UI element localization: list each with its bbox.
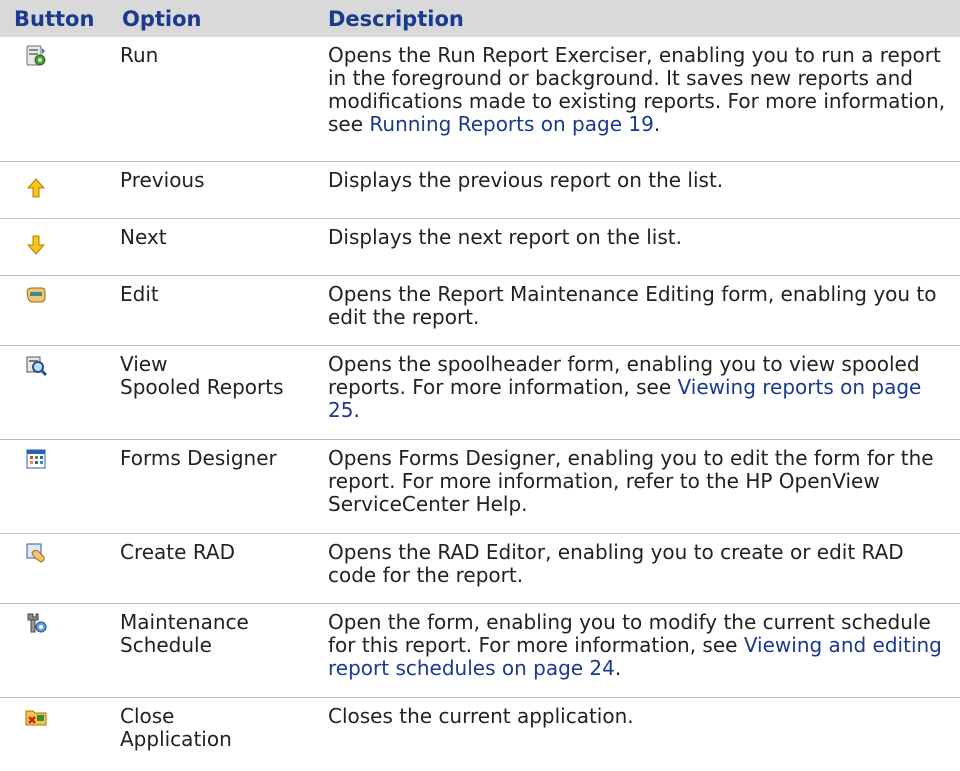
arrow-down-icon[interactable]	[24, 233, 48, 257]
option-description: Open the form, enabling you to modify th…	[328, 609, 942, 680]
create-rad-icon[interactable]	[24, 541, 48, 565]
header-description: Description	[328, 6, 464, 31]
table-row: View Spooled Reports Opens the spoolhead…	[0, 345, 960, 439]
table-row: Forms Designer Opens Forms Designer, ena…	[0, 439, 960, 533]
option-label: Run	[120, 43, 159, 67]
forms-designer-icon[interactable]	[24, 447, 48, 471]
table-row: Edit Opens the Report Maintenance Editin…	[0, 275, 960, 345]
option-label: Maintenance Schedule	[120, 609, 249, 657]
option-description: Opens Forms Designer, enabling you to ed…	[328, 445, 934, 516]
arrow-up-icon[interactable]	[24, 176, 48, 200]
table-row: Maintenance Schedule Open the form, enab…	[0, 603, 960, 697]
option-description: Opens the RAD Editor, enabling you to cr…	[328, 539, 904, 587]
option-label: Create RAD	[120, 539, 235, 564]
option-description: Displays the next report on the list.	[328, 224, 682, 249]
option-description: Displays the previous report on the list…	[328, 167, 724, 192]
options-table: Button Option Description Run Opens the …	[0, 0, 960, 770]
option-label: Close Application	[120, 703, 232, 751]
run-report-icon[interactable]	[24, 44, 48, 68]
table-header-row: Button Option Description	[0, 0, 960, 37]
option-label: Previous	[120, 167, 205, 192]
option-description: Opens the spoolheader form, enabling you…	[328, 351, 922, 422]
header-button: Button	[14, 6, 95, 31]
table-row: Previous Displays the previous report on…	[0, 161, 960, 218]
table-row: Next Displays the next report on the lis…	[0, 218, 960, 275]
option-description: Opens the Run Report Exerciser, enabling…	[328, 43, 946, 136]
table-row: Close Application Closes the current app…	[0, 697, 960, 770]
option-label: Edit	[120, 281, 159, 306]
running-reports-link[interactable]: Running Reports on page 19	[369, 112, 653, 136]
option-description: Closes the current application.	[328, 703, 634, 728]
close-application-icon[interactable]	[24, 705, 48, 729]
edit-hand-icon[interactable]	[24, 283, 48, 307]
option-label: View Spooled Reports	[120, 351, 284, 399]
maintenance-schedule-icon[interactable]	[24, 611, 48, 635]
option-description: Opens the Report Maintenance Editing for…	[328, 281, 937, 329]
option-label: Forms Designer	[120, 445, 277, 470]
view-spooled-icon[interactable]	[24, 353, 48, 377]
table-row: Run Opens the Run Report Exerciser, enab…	[0, 37, 960, 161]
header-option: Option	[122, 6, 202, 31]
option-label: Next	[120, 224, 167, 249]
table-row: Create RAD Opens the RAD Editor, enablin…	[0, 533, 960, 603]
